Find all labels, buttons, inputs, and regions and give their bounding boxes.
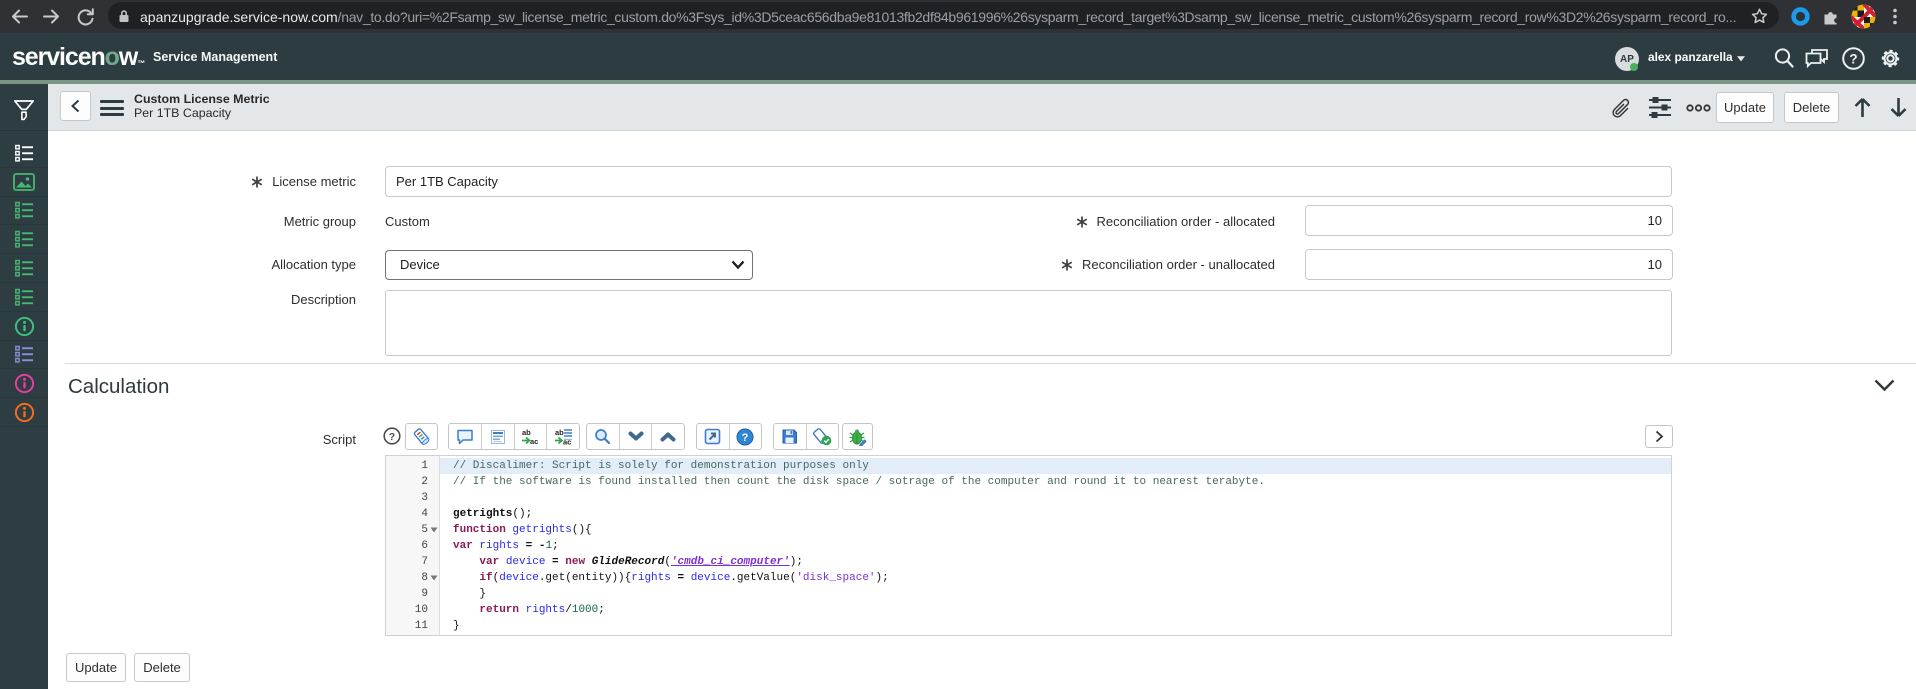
svg-text:?: ? bbox=[1849, 51, 1857, 66]
svg-text:?: ? bbox=[742, 432, 749, 444]
svg-text:ac: ac bbox=[563, 438, 571, 446]
svg-text:ab: ab bbox=[555, 428, 564, 437]
svg-text:?: ? bbox=[389, 431, 395, 443]
svg-text:ac: ac bbox=[530, 437, 538, 445]
svg-text:ab: ab bbox=[522, 428, 531, 437]
